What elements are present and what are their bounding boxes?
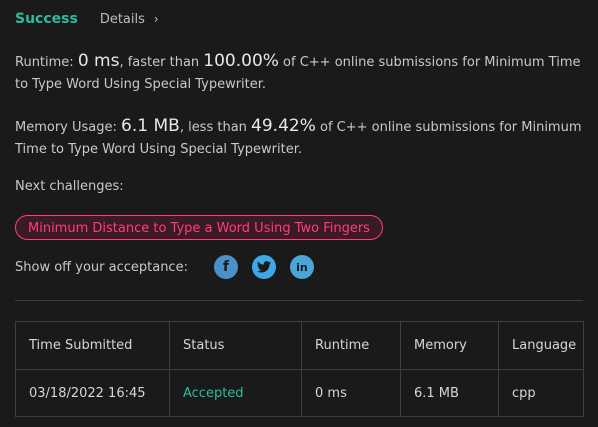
status-title: Success [15, 11, 78, 27]
submission-time: 03/18/2022 16:45 [15, 369, 170, 417]
memory-value: 6.1 MB [121, 116, 180, 136]
column-header: Time Submitted [15, 321, 170, 370]
result-header: Success Details › [15, 8, 159, 30]
memory-stat: Memory Usage: 6.1 MB, less than 49.42% o… [15, 115, 583, 161]
submission-memory: 6.1 MB [400, 369, 499, 417]
runtime-label: Runtime: [15, 55, 78, 70]
details-link[interactable]: Details › [100, 12, 159, 27]
submissions-table: Time Submitted Status Runtime Memory Lan… [15, 321, 584, 417]
runtime-value: 0 ms [77, 51, 120, 71]
twitter-icon[interactable] [251, 255, 276, 279]
section-divider [15, 300, 583, 301]
column-header: Runtime [301, 321, 401, 370]
linkedin-icon[interactable]: in [289, 255, 314, 279]
submission-runtime: 0 ms [301, 369, 401, 417]
column-header: Language [498, 321, 584, 370]
submission-language: cpp [498, 369, 584, 417]
column-header: Memory [400, 321, 499, 370]
runtime-percent: 100.00% [203, 51, 279, 71]
facebook-icon[interactable]: f [213, 255, 238, 279]
twitter-bird-glyph [256, 261, 271, 273]
details-label: Details [99, 11, 145, 27]
table-header-row: Time Submitted Status Runtime Memory Lan… [15, 321, 584, 370]
memory-label: Memory Usage: [15, 120, 122, 135]
next-challenges-label: Next challenges: [15, 179, 124, 194]
share-row: Show off your acceptance: f in [15, 255, 328, 279]
memory-percent: 49.42% [251, 116, 316, 136]
memory-comparison: , less than [179, 120, 252, 135]
table-row[interactable]: 03/18/2022 16:45 Accepted 0 ms 6.1 MB cp… [15, 369, 584, 417]
submission-status[interactable]: Accepted [169, 369, 302, 417]
runtime-stat: Runtime: 0 ms, faster than 100.00% of C+… [15, 50, 583, 96]
chevron-right-icon: › [153, 12, 159, 26]
runtime-comparison: , faster than [119, 55, 204, 70]
column-header: Status [169, 321, 302, 370]
share-label: Show off your acceptance: [15, 259, 188, 275]
next-challenge-button[interactable]: Minimum Distance to Type a Word Using Tw… [15, 215, 383, 240]
